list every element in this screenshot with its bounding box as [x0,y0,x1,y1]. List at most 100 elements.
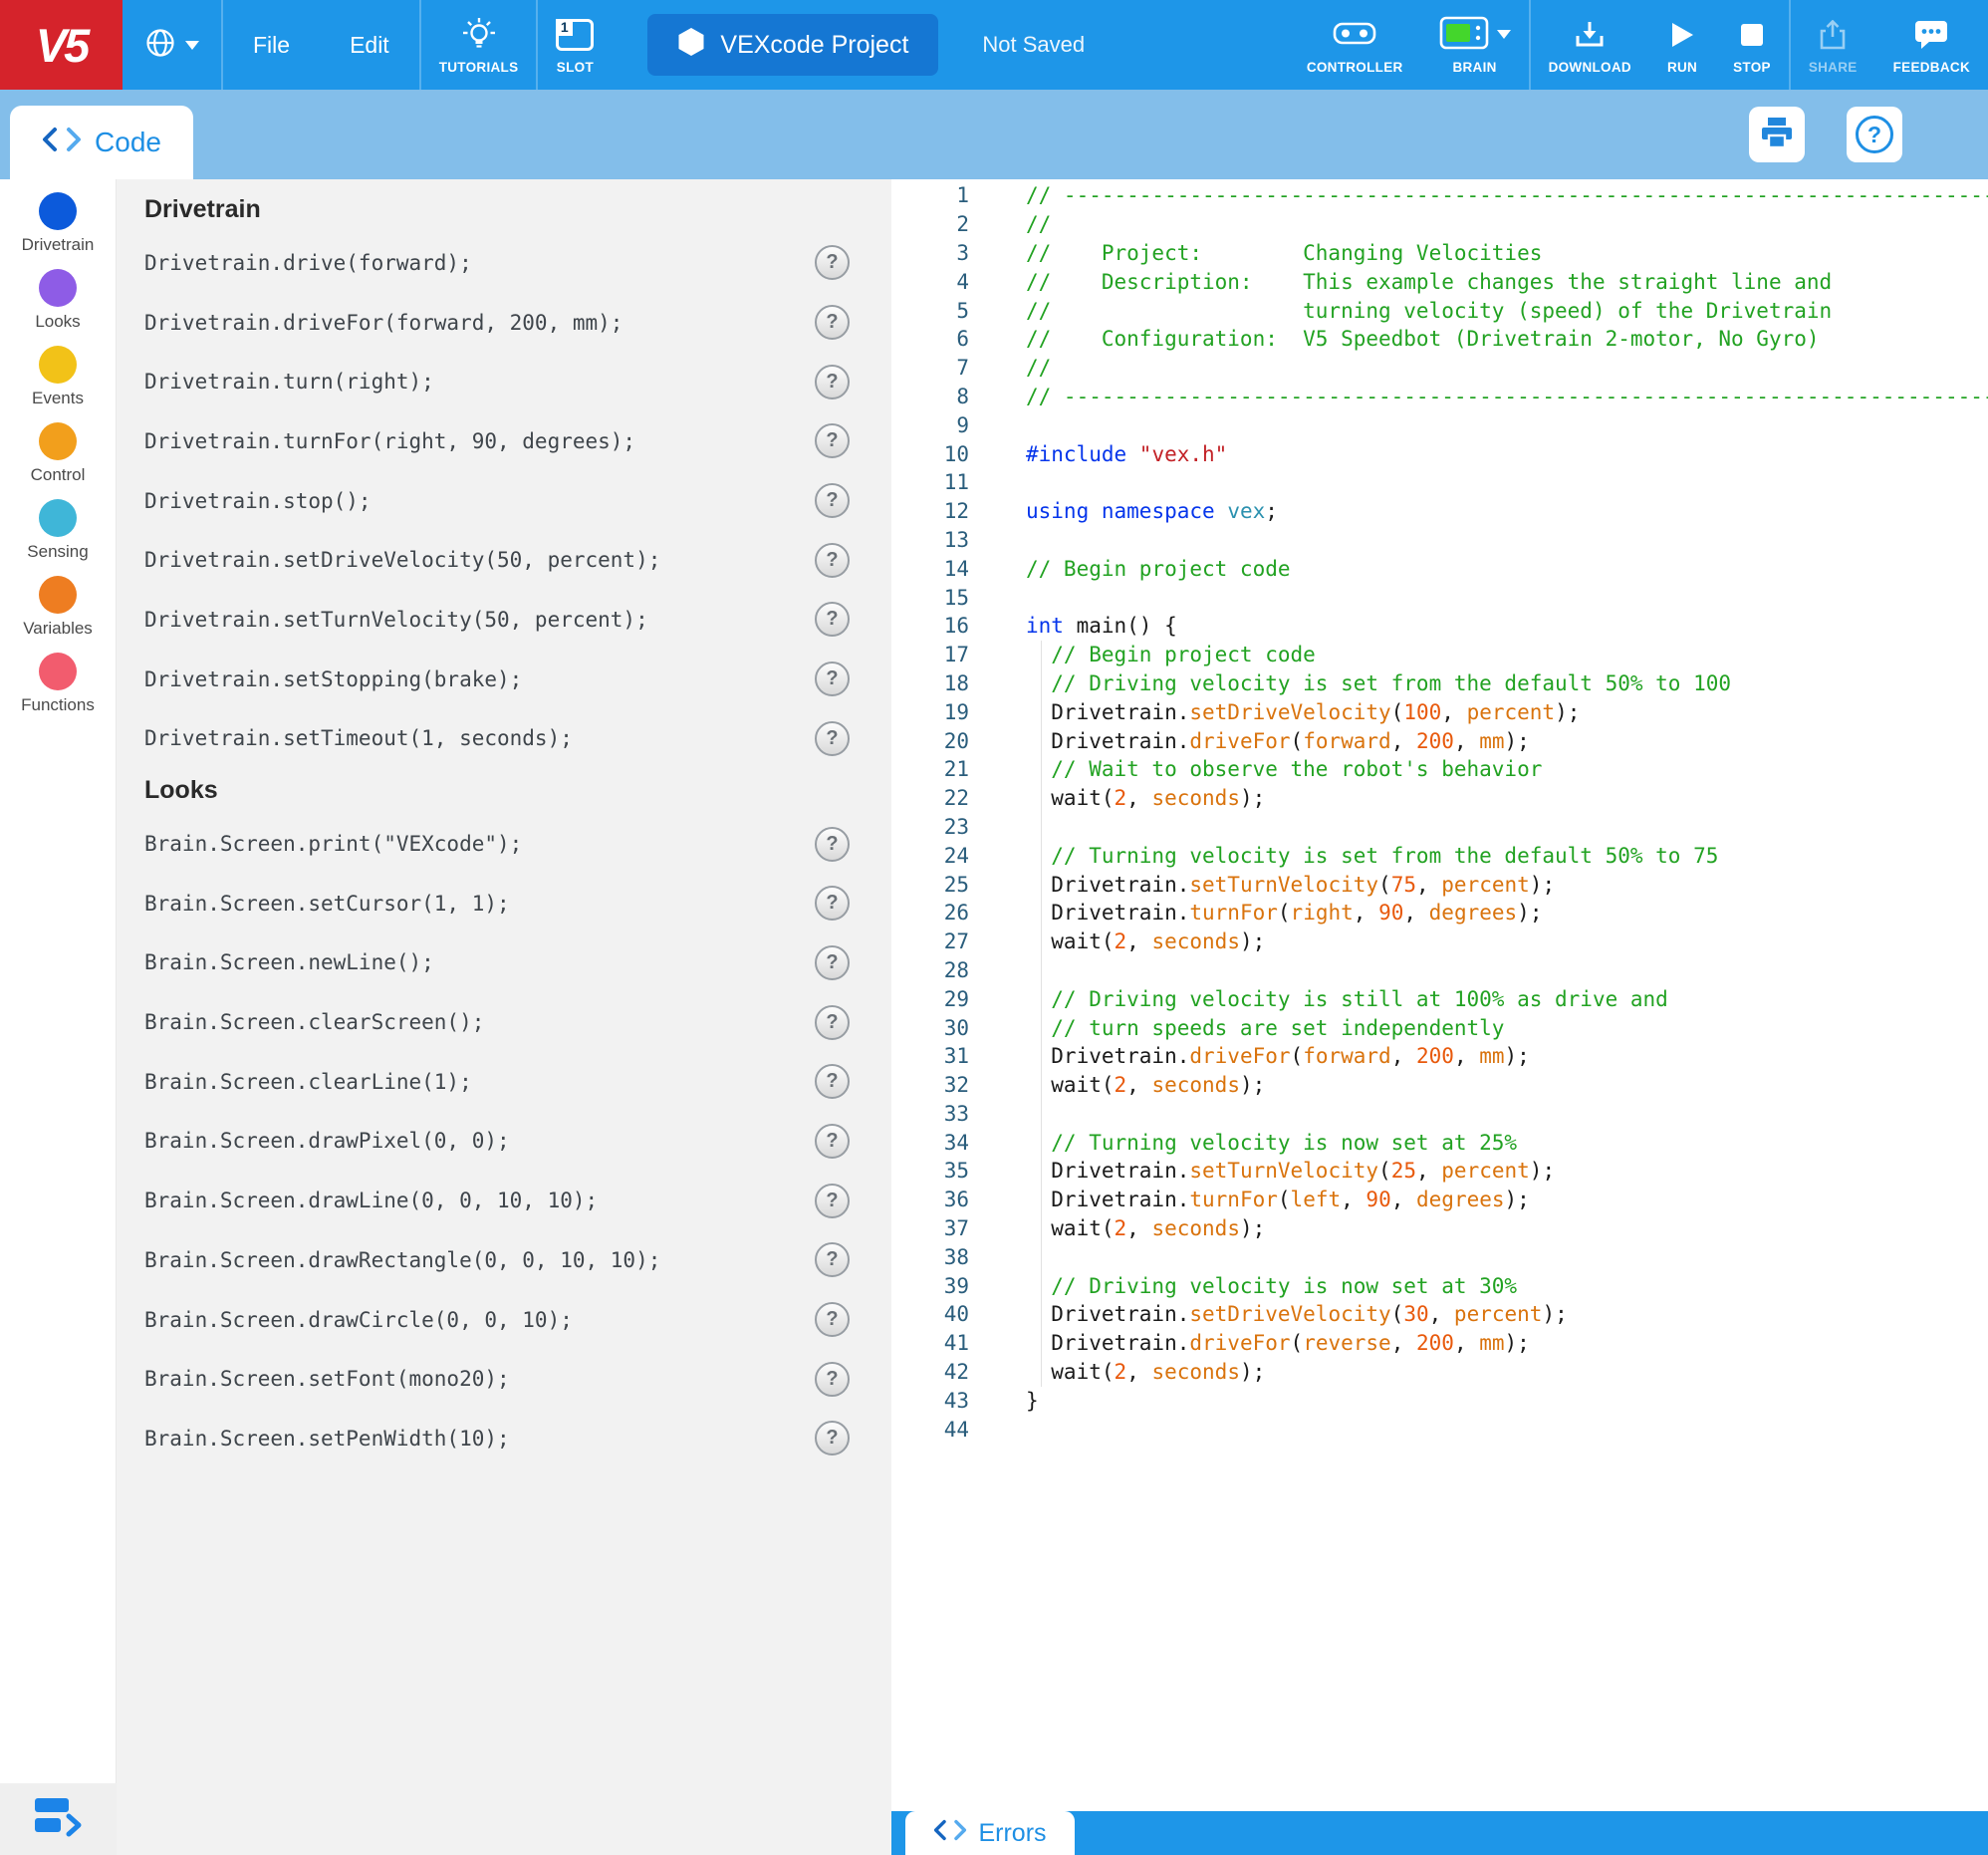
code-text: Drivetrain.setDriveVelocity(100, percent… [1026,699,1581,724]
tab-code[interactable]: Code [10,106,193,179]
command-help-button[interactable]: ? [815,483,850,519]
help-button[interactable]: ? [1847,107,1902,162]
line-number: 43 [943,1388,969,1413]
code-line: 14 // Begin project code [891,554,1988,583]
vex-logo-text: V5 [35,18,90,72]
code-line: 33 [891,1100,1988,1129]
command-help-button[interactable]: ? [815,364,850,399]
language-menu[interactable] [123,0,221,90]
code-line: 26 Drivetrain.turnFor(right, 90, degrees… [891,899,1988,928]
command-row[interactable]: Drivetrain.drive(forward);? [144,233,891,293]
code-text: Drivetrain.driveFor(reverse, 200, mm); [1026,1331,1530,1356]
line-number: 44 [943,1417,969,1442]
command-row[interactable]: Brain.Screen.setPenWidth(10);? [144,1409,891,1468]
run-button[interactable]: RUN [1649,0,1715,90]
command-help-button[interactable]: ? [815,1123,850,1159]
sidebar-item-events[interactable]: Events [0,339,116,415]
command-text: Brain.Screen.print("VEXcode"); [144,832,523,857]
code-text: Drivetrain.setTurnVelocity(75, percent); [1026,872,1556,897]
line-number: 22 [943,786,969,811]
feedback-button[interactable]: FEEDBACK [1875,0,1988,90]
code-editor[interactable]: 1 // ------------------------------------… [891,179,1988,1811]
command-row[interactable]: Drivetrain.setDriveVelocity(50, percent)… [144,530,891,590]
menu-file[interactable]: File [223,0,320,90]
project-title-button[interactable]: VEXcode Project [647,14,939,76]
command-row[interactable]: Drivetrain.stop();? [144,471,891,531]
code-text: // Driving velocity is set from the defa… [1026,670,1732,695]
stop-button[interactable]: STOP [1715,0,1789,90]
category-label: Variables [23,619,93,638]
category-label: Events [32,389,84,407]
code-text: wait(2, seconds); [1026,1360,1266,1385]
command-help-button[interactable]: ? [815,1004,850,1040]
blocks-toggle-button[interactable] [0,1783,117,1855]
line-number: 11 [943,470,969,495]
menu-edit[interactable]: Edit [320,0,419,90]
code-text: wait(2, seconds); [1026,1073,1266,1098]
sidebar-item-functions[interactable]: Functions [0,646,116,722]
command-text: Drivetrain.setStopping(brake); [144,666,523,691]
sidebar-item-looks[interactable]: Looks [0,262,116,339]
command-row[interactable]: Brain.Screen.drawRectangle(0, 0, 10, 10)… [144,1230,891,1290]
sidebar-item-variables[interactable]: Variables [0,569,116,646]
command-help-button[interactable]: ? [815,944,850,980]
command-row[interactable]: Brain.Screen.print("VEXcode");? [144,814,891,874]
command-row[interactable]: Drivetrain.driveFor(forward, 200, mm);? [144,293,891,353]
code-text: // [1026,212,1052,237]
command-help-button[interactable]: ? [815,886,850,922]
command-row[interactable]: Drivetrain.turn(right);? [144,352,891,411]
code-text: // [1026,356,1052,381]
line-number: 12 [943,499,969,524]
vex-logo[interactable]: V5 [0,0,123,90]
command-row[interactable]: Brain.Screen.drawPixel(0, 0);? [144,1112,891,1172]
brain-icon [1439,16,1489,53]
tutorials-button[interactable]: TUTORIALS [421,0,537,90]
command-help-button[interactable]: ? [815,542,850,578]
command-row[interactable]: Brain.Screen.drawCircle(0, 0, 10);? [144,1290,891,1350]
code-line: 4 // Description: This example changes th… [891,267,1988,296]
share-button[interactable]: SHARE [1791,0,1875,90]
command-help-button[interactable]: ? [815,1421,850,1457]
slot-button[interactable]: 1 SLOT [538,0,612,90]
line-number: 30 [943,1015,969,1040]
command-row[interactable]: Brain.Screen.drawLine(0, 0, 10, 10);? [144,1171,891,1230]
line-number: 25 [943,872,969,897]
code-text: // Driving velocity is now set at 30% [1026,1273,1518,1298]
slot-icon: 1 [556,16,595,54]
command-row[interactable]: Drivetrain.setTimeout(1, seconds);? [144,709,891,769]
command-row[interactable]: Brain.Screen.setFont(mono20);? [144,1349,891,1409]
command-help-button[interactable]: ? [815,1183,850,1218]
print-button[interactable] [1749,107,1805,162]
command-row[interactable]: Drivetrain.turnFor(right, 90, degrees);? [144,411,891,471]
indent-guide [1041,641,1042,1387]
command-row[interactable]: Drivetrain.setTurnVelocity(50, percent);… [144,590,891,650]
command-help-button[interactable]: ? [815,720,850,756]
command-help-button[interactable]: ? [815,826,850,862]
sidebar-item-control[interactable]: Control [0,415,116,492]
errors-icon [933,1819,967,1848]
command-row[interactable]: Brain.Screen.setCursor(1, 1);? [144,874,891,933]
sidebar-item-drivetrain[interactable]: Drivetrain [0,185,116,262]
command-help-button[interactable]: ? [815,602,850,638]
command-help-button[interactable]: ? [815,1242,850,1278]
command-help-button[interactable]: ? [815,662,850,697]
command-help-button[interactable]: ? [815,423,850,459]
command-help-button[interactable]: ? [815,1361,850,1397]
lightbulb-icon [462,16,496,54]
command-help-button[interactable]: ? [815,1064,850,1100]
code-line: 12 using namespace vex; [891,497,1988,526]
controller-button[interactable]: CONTROLLER [1289,0,1421,90]
command-help-button[interactable]: ? [815,305,850,341]
command-row[interactable]: Drivetrain.setStopping(brake);? [144,650,891,709]
command-help-button[interactable]: ? [815,1302,850,1338]
command-help-button[interactable]: ? [815,245,850,281]
command-row[interactable]: Brain.Screen.newLine();? [144,933,891,993]
brain-button[interactable]: BRAIN [1421,0,1529,90]
line-number: 21 [943,757,969,782]
sidebar-item-sensing[interactable]: Sensing [0,492,116,569]
command-row[interactable]: Brain.Screen.clearScreen();? [144,992,891,1052]
tab-errors[interactable]: Errors [905,1811,1075,1855]
download-button[interactable]: DOWNLOAD [1531,0,1649,90]
code-text: wait(2, seconds); [1026,1216,1266,1241]
command-row[interactable]: Brain.Screen.clearLine(1);? [144,1052,891,1112]
